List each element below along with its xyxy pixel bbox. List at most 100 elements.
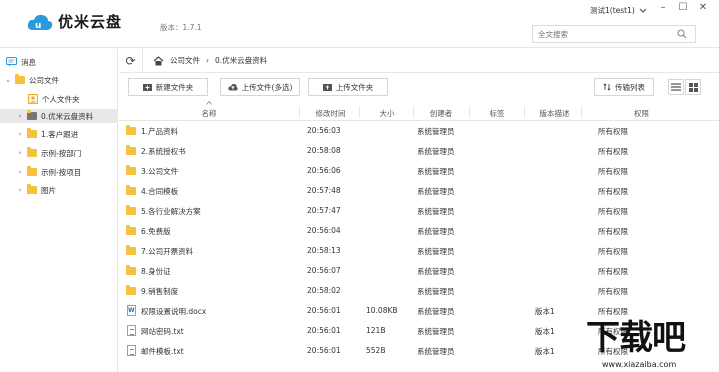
file-size: 552B	[366, 346, 386, 355]
folder-icon	[126, 225, 136, 235]
toolbar: 新建文件夹 上传文件(多选) 上传文件夹 传输列表	[119, 78, 719, 98]
window-controls: – ☐ ✕	[657, 2, 709, 14]
sidebar-item-youmi-docs[interactable]: › 0.优米云盘资料	[0, 109, 118, 123]
column-header-permission[interactable]: 权限	[584, 108, 699, 119]
chevron-down-icon[interactable]: ⌄	[4, 76, 12, 84]
close-icon[interactable]: ✕	[697, 2, 709, 14]
file-name: 邮件模板.txt	[141, 347, 184, 356]
version-desc: 版本1	[535, 307, 555, 316]
watermark-logo: 下载吧 www.xiazaiba.com	[586, 318, 716, 370]
column-header-version-desc[interactable]: 版本描述	[527, 108, 582, 119]
permission: 所有权限	[598, 207, 628, 216]
refresh-icon[interactable]: ⟳	[119, 48, 143, 73]
folder-icon	[126, 125, 136, 135]
column-header-name[interactable]: 名称	[179, 108, 239, 119]
creator: 系统管理员	[417, 167, 455, 176]
table-row[interactable]: 1.产品资料 20:56:03 系统管理员 所有权限	[119, 121, 719, 141]
permission: 所有权限	[598, 247, 628, 256]
table-row[interactable]: 7.公司开票资料 20:58:13 系统管理员 所有权限	[119, 241, 719, 261]
chevron-right-icon[interactable]: ›	[16, 112, 24, 120]
grid-view-icon[interactable]	[685, 79, 701, 95]
file-name: 6.免费版	[141, 227, 171, 236]
column-header-size[interactable]: 大小	[362, 108, 412, 119]
table-row[interactable]: 2.系统授权书 20:58:08 系统管理员 所有权限	[119, 141, 719, 161]
upload-folder-button[interactable]: 上传文件夹	[308, 78, 388, 96]
user-menu[interactable]: 测试1(test1)	[590, 5, 647, 16]
home-icon[interactable]	[153, 55, 164, 66]
column-header-tag[interactable]: 标签	[472, 108, 522, 119]
search-icon[interactable]	[677, 29, 687, 39]
modified-time: 20:58:02	[307, 286, 341, 295]
file-size: 10.08KB	[366, 306, 398, 315]
logo-text: 优米云盘	[58, 13, 123, 31]
sidebar-item-label: 示例-按部门	[41, 148, 82, 158]
sidebar-item-label: 消息	[21, 57, 36, 67]
permission: 所有权限	[598, 187, 628, 196]
table-row[interactable]: 6.免费版 20:56:04 系统管理员 所有权限	[119, 221, 719, 241]
chevron-right-icon[interactable]: ›	[16, 168, 24, 176]
chevron-right-icon[interactable]: ›	[16, 130, 24, 138]
file-name: 9.销售制度	[141, 287, 179, 296]
sidebar-item-customer-followup[interactable]: › 1.客户跟进	[16, 127, 116, 141]
folder-icon	[27, 147, 37, 157]
creator: 系统管理员	[417, 267, 455, 276]
sort-up-icon[interactable]	[206, 101, 212, 105]
file-name: 5.各行业解决方案	[141, 207, 201, 216]
message-icon	[6, 57, 17, 67]
breadcrumb-item[interactable]: 0.优米云盘资料	[215, 55, 267, 66]
creator: 系统管理员	[417, 307, 455, 316]
search-input[interactable]	[533, 26, 673, 42]
modified-time: 20:58:13	[307, 246, 341, 255]
permission: 所有权限	[598, 267, 628, 276]
sidebar-item-images[interactable]: › 图片	[16, 183, 116, 197]
upload-files-button[interactable]: 上传文件(多选)	[220, 78, 300, 96]
app-logo: u 优米云盘	[26, 11, 122, 32]
watermark-text: 下载吧	[586, 318, 686, 358]
column-header-creator[interactable]: 创建者	[416, 108, 466, 119]
cloud-logo-icon: u	[27, 14, 53, 31]
table-row[interactable]: 3.公司文件 20:56:06 系统管理员 所有权限	[119, 161, 719, 181]
folder-icon	[126, 285, 136, 295]
chevron-right-icon[interactable]: ›	[16, 149, 24, 157]
table-header: 名称 修改时间 大小 创建者 标签 版本描述 权限	[119, 101, 719, 121]
sidebar-item-personal-folder[interactable]: 个人文件夹	[28, 92, 116, 106]
permission: 所有权限	[598, 287, 628, 296]
minimize-icon[interactable]: –	[657, 2, 669, 14]
top-bar: u 优米云盘 版本：1.7.1 测试1(test1) – ☐ ✕	[0, 0, 719, 48]
table-row[interactable]: 9.销售制度 20:58:02 系统管理员 所有权限	[119, 281, 719, 301]
creator: 系统管理员	[417, 247, 455, 256]
text-file-icon	[127, 325, 136, 336]
folder-upload-icon	[322, 84, 332, 91]
creator: 系统管理员	[417, 127, 455, 136]
version-label: 版本：1.7.1	[160, 23, 202, 32]
breadcrumb-item[interactable]: 公司文件	[170, 55, 200, 66]
permission: 所有权限	[598, 127, 628, 136]
file-name: 3.公司文件	[141, 167, 179, 176]
modified-time: 20:57:48	[307, 186, 341, 195]
column-header-modified[interactable]: 修改时间	[303, 108, 358, 119]
list-view-icon[interactable]	[668, 79, 684, 95]
maximize-icon[interactable]: ☐	[677, 2, 689, 14]
new-folder-button[interactable]: 新建文件夹	[128, 78, 208, 96]
sidebar-item-by-project[interactable]: › 示例-按项目	[16, 165, 116, 179]
table-row[interactable]: 8.身份证 20:56:07 系统管理员 所有权限	[119, 261, 719, 281]
chevron-right-icon[interactable]: ›	[16, 186, 24, 194]
sidebar: 消息 ⌄ 公司文件 个人文件夹 › 0.优米云盘资料 › 1.客户跟进 › 示例…	[0, 49, 118, 372]
sidebar-item-messages[interactable]: 消息	[6, 55, 116, 69]
sidebar-item-by-department[interactable]: › 示例-按部门	[16, 146, 116, 160]
creator: 系统管理员	[417, 287, 455, 296]
search-box	[532, 25, 696, 43]
sidebar-item-company-files[interactable]: ⌄ 公司文件	[4, 73, 116, 87]
modified-time: 20:56:06	[307, 166, 341, 175]
chevron-down-icon	[639, 8, 647, 13]
path-bar: ⟳ 公司文件 › 0.优米云盘资料	[119, 48, 719, 73]
svg-text:u: u	[35, 21, 41, 31]
modified-time: 20:56:03	[307, 126, 341, 135]
sidebar-item-label: 个人文件夹	[42, 94, 80, 104]
transfer-list-button[interactable]: 传输列表	[594, 78, 654, 96]
table-row[interactable]: 4.合同模板 20:57:48 系统管理员 所有权限	[119, 181, 719, 201]
folder-icon	[126, 205, 136, 215]
file-name: 4.合同模板	[141, 187, 179, 196]
new-folder-icon	[142, 84, 152, 91]
table-row[interactable]: 5.各行业解决方案 20:57:47 系统管理员 所有权限	[119, 201, 719, 221]
